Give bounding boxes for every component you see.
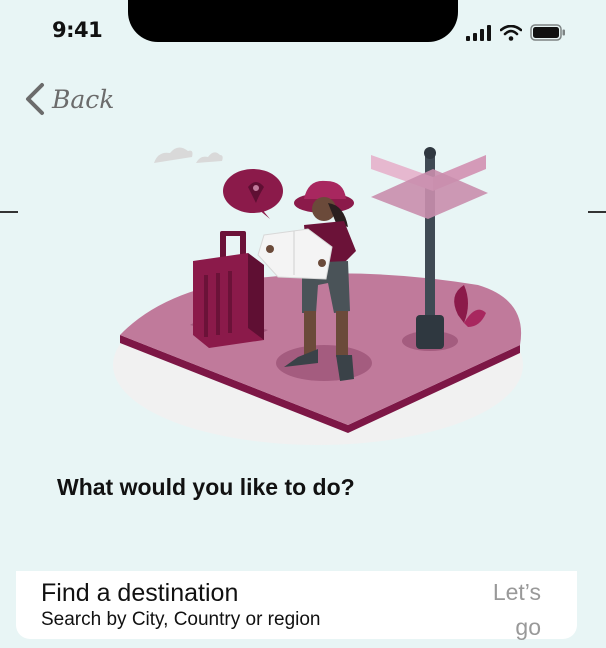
wifi-icon xyxy=(500,24,522,41)
signal-icon xyxy=(466,24,491,41)
status-time: 9:41 xyxy=(52,18,103,42)
back-button[interactable]: Back xyxy=(24,82,114,116)
find-destination-title: Find a destination xyxy=(41,579,239,607)
page-question: What would you like to do? xyxy=(57,474,355,500)
left-edge-mark xyxy=(0,211,18,213)
travel-illustration xyxy=(113,147,523,445)
status-icons xyxy=(466,24,566,41)
back-label: Back xyxy=(52,84,115,114)
lets-go-button[interactable]: Let’s go xyxy=(477,575,541,645)
find-destination-subtitle: Search by City, Country or region xyxy=(41,609,321,630)
chevron-left-icon xyxy=(26,83,44,115)
status-bar: 9:41 xyxy=(0,0,606,60)
right-edge-mark xyxy=(588,211,606,213)
device-notch xyxy=(128,0,458,42)
battery-icon xyxy=(530,24,565,41)
find-destination-card[interactable]: Find a destination Search by City, Count… xyxy=(16,571,577,640)
